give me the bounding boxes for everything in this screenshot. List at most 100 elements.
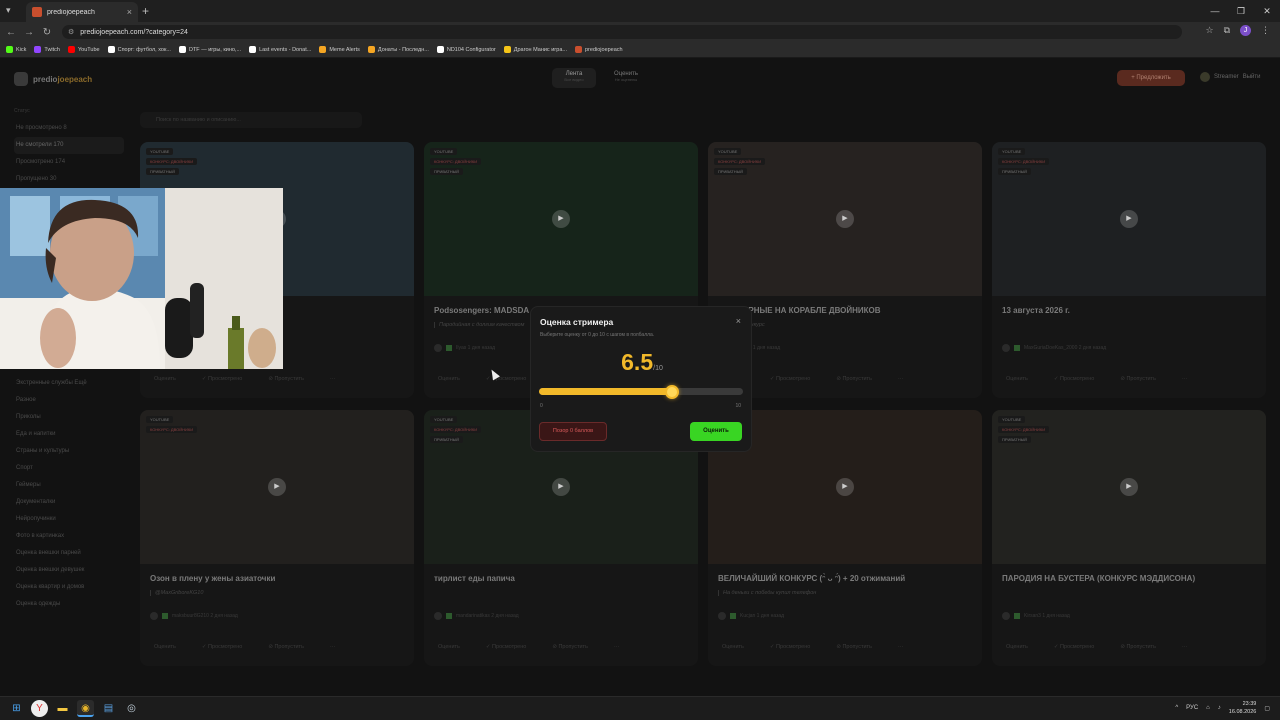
sidebar-item[interactable]: Пропущено 30 bbox=[14, 171, 124, 188]
rate-action[interactable]: Оценить bbox=[438, 644, 460, 650]
more-action[interactable]: ⋯ bbox=[614, 644, 620, 650]
more-action[interactable]: ⋯ bbox=[1182, 644, 1188, 650]
bookmark-item[interactable]: prediojoepeach bbox=[575, 46, 623, 53]
volume-icon[interactable]: ♪ bbox=[1218, 705, 1221, 711]
url-field[interactable]: ⚙ prediojoepeach.com/?category=24 bbox=[62, 25, 1182, 39]
steam-icon[interactable]: ◎ bbox=[123, 700, 140, 717]
skip-action[interactable]: ⊘ Пропустить bbox=[1120, 376, 1156, 382]
sidebar-item[interactable]: Не просмотрено 8 bbox=[14, 120, 124, 137]
clock[interactable]: 23:39 16.08.2026 bbox=[1229, 700, 1257, 716]
tab-menu-icon[interactable]: ▾ bbox=[6, 5, 11, 16]
minimize-button[interactable]: — bbox=[1202, 0, 1228, 22]
watched-action[interactable]: ✓ Просмотрено bbox=[1054, 644, 1094, 650]
sidebar-item[interactable]: Нейропучинки bbox=[14, 511, 124, 528]
close-icon[interactable]: × bbox=[736, 316, 741, 326]
sidebar-item[interactable]: Спорт bbox=[14, 460, 124, 477]
bookmark-item[interactable]: ND104 Configurator bbox=[436, 46, 496, 53]
rate-action[interactable]: Оценить bbox=[1006, 376, 1028, 382]
bookmark-item[interactable]: Донаты - Последн... bbox=[367, 46, 429, 53]
tab-close-icon[interactable]: × bbox=[127, 7, 132, 17]
bookmark-item[interactable]: Kick bbox=[6, 46, 26, 53]
skip-action[interactable]: ⊘ Пропустить bbox=[1120, 644, 1156, 650]
close-window-button[interactable]: ✕ bbox=[1254, 0, 1280, 22]
play-icon[interactable]: ▶ bbox=[268, 478, 286, 496]
bookmark-item[interactable]: Meme Alerts bbox=[319, 46, 360, 53]
bookmark-star-icon[interactable]: ☆ bbox=[1205, 25, 1213, 36]
watched-action[interactable]: ✓ Просмотрено bbox=[202, 376, 242, 382]
bookmark-item[interactable]: Драгон Манис игра... bbox=[503, 46, 567, 53]
tray-chevron-icon[interactable]: ^ bbox=[1175, 705, 1178, 711]
rate-button[interactable]: Оценить bbox=[690, 422, 742, 441]
watched-action[interactable]: ✓ Просмотрено bbox=[202, 644, 242, 650]
rate-action[interactable]: Оценить bbox=[438, 376, 460, 382]
skip-action[interactable]: ⊘ Пропустить bbox=[552, 644, 588, 650]
card-title[interactable]: тирлист еды папича bbox=[434, 574, 515, 583]
video-card[interactable]: YOUTUBE КОНКУРС: ДВОЙНИКИ ПРИВАТНЫЙ ▶ ПАРОДИ… bbox=[992, 410, 1266, 666]
watched-action[interactable]: ✓ Просмотрено bbox=[770, 644, 810, 650]
sidebar-item[interactable]: Разное bbox=[14, 392, 124, 409]
play-icon[interactable]: ▶ bbox=[1120, 210, 1138, 228]
sidebar-item[interactable]: Просмотрено 174 bbox=[14, 154, 124, 171]
chrome-icon[interactable]: ◉ bbox=[77, 700, 94, 717]
sidebar-item[interactable]: Экстренные службы Ещё bbox=[14, 375, 124, 392]
bookmark-item[interactable]: Twitch bbox=[34, 46, 60, 53]
network-icon[interactable]: ⌂ bbox=[1206, 705, 1210, 711]
site-info-icon[interactable]: ⚙ bbox=[68, 28, 74, 36]
sidebar-item[interactable]: Документалки bbox=[14, 494, 124, 511]
watched-action[interactable]: ✓ Просмотрено bbox=[486, 644, 526, 650]
extensions-icon[interactable]: ⧉ bbox=[1224, 25, 1230, 36]
card-title[interactable]: 13 августа 2026 г. bbox=[1002, 306, 1070, 315]
profile-avatar[interactable]: J bbox=[1240, 25, 1251, 36]
rate-action[interactable]: Оценить bbox=[1006, 644, 1028, 650]
bookmark-item[interactable]: Last events - Donat... bbox=[249, 46, 311, 53]
sidebar-item[interactable]: Оценка внешки девушек bbox=[14, 562, 124, 579]
windows-start-icon[interactable]: ⊞ bbox=[8, 700, 25, 717]
skip-action[interactable]: ⊘ Пропустить bbox=[268, 376, 304, 382]
watched-action[interactable]: ✓ Просмотрено bbox=[770, 376, 810, 382]
card-title[interactable]: ПАРОДИЯ НА БУСТЕРА (КОНКУРС МЭДДИСОНА) bbox=[1002, 574, 1195, 583]
score-slider[interactable] bbox=[539, 384, 743, 399]
back-icon[interactable]: ← bbox=[2, 27, 20, 38]
more-action[interactable]: ⋯ bbox=[330, 644, 336, 650]
rate-action[interactable]: Оценить bbox=[154, 376, 176, 382]
sidebar-item[interactable]: Еда и напитки bbox=[14, 426, 124, 443]
suggest-button[interactable]: + Предложить bbox=[1117, 70, 1185, 86]
maximize-button[interactable]: ❐ bbox=[1228, 0, 1254, 22]
play-icon[interactable]: ▶ bbox=[836, 478, 854, 496]
notepad-icon[interactable]: ▤ bbox=[100, 700, 117, 717]
sidebar-item[interactable]: Геймеры bbox=[14, 477, 124, 494]
skip-action[interactable]: ⊘ Пропустить bbox=[836, 376, 872, 382]
play-icon[interactable]: ▶ bbox=[1120, 478, 1138, 496]
rate-action[interactable]: Оценить bbox=[722, 644, 744, 650]
user-menu[interactable]: Streamer Выйти bbox=[1200, 72, 1260, 82]
play-icon[interactable]: ▶ bbox=[836, 210, 854, 228]
shame-zero-button[interactable]: Позор 0 баллов bbox=[539, 422, 607, 441]
sidebar-item[interactable]: Оценка квартир и домов bbox=[14, 579, 124, 596]
sidebar-item[interactable]: Оценка одежды bbox=[14, 596, 124, 613]
bookmark-item[interactable]: Спорт: футбол, хок... bbox=[107, 46, 171, 53]
sidebar-item[interactable]: Оценка внешки парней bbox=[14, 545, 124, 562]
card-title[interactable]: ВЕЛИЧАЙШИЙ КОНКУРС (ᵔ̀ ᴗ ᵔ́) + 20 отжима… bbox=[718, 574, 905, 583]
video-card[interactable]: YOUTUBE КОНКУРС: ДВОЙНИКИ ПРИВАТНЫЙ ▶ 13 авг… bbox=[992, 142, 1266, 398]
reload-icon[interactable]: ↻ bbox=[38, 27, 56, 38]
yandex-browser-icon[interactable]: Y bbox=[31, 700, 48, 717]
watched-action[interactable]: ✓ Просмотрено bbox=[1054, 376, 1094, 382]
more-action[interactable]: ⋯ bbox=[898, 644, 904, 650]
new-tab-button[interactable]: + bbox=[142, 4, 149, 18]
sidebar-item[interactable]: Фото в картинках bbox=[14, 528, 124, 545]
sidebar-item[interactable]: Приколы bbox=[14, 409, 124, 426]
nav-feed[interactable]: Лента Все видео bbox=[552, 68, 596, 88]
bookmark-item[interactable]: YouTube bbox=[67, 46, 100, 53]
card-title[interactable]: Озон в плену у жены азиаточки bbox=[150, 574, 275, 583]
browser-menu-icon[interactable]: ⋮ bbox=[1261, 25, 1270, 36]
slider-handle[interactable] bbox=[664, 384, 679, 399]
more-action[interactable]: ⋯ bbox=[1182, 376, 1188, 382]
card-title[interactable]: Podsosengers: MADSDA bbox=[434, 306, 529, 315]
file-explorer-icon[interactable]: ▬ bbox=[54, 700, 71, 717]
sidebar-item[interactable]: Не смотрели 170 bbox=[14, 137, 124, 154]
site-logo[interactable]: prediojoepeach bbox=[14, 72, 92, 86]
play-icon[interactable]: ▶ bbox=[552, 210, 570, 228]
skip-action[interactable]: ⊘ Пропустить bbox=[836, 644, 872, 650]
browser-tab[interactable]: prediojoepeach × bbox=[26, 2, 138, 22]
rate-action[interactable]: Оценить bbox=[154, 644, 176, 650]
